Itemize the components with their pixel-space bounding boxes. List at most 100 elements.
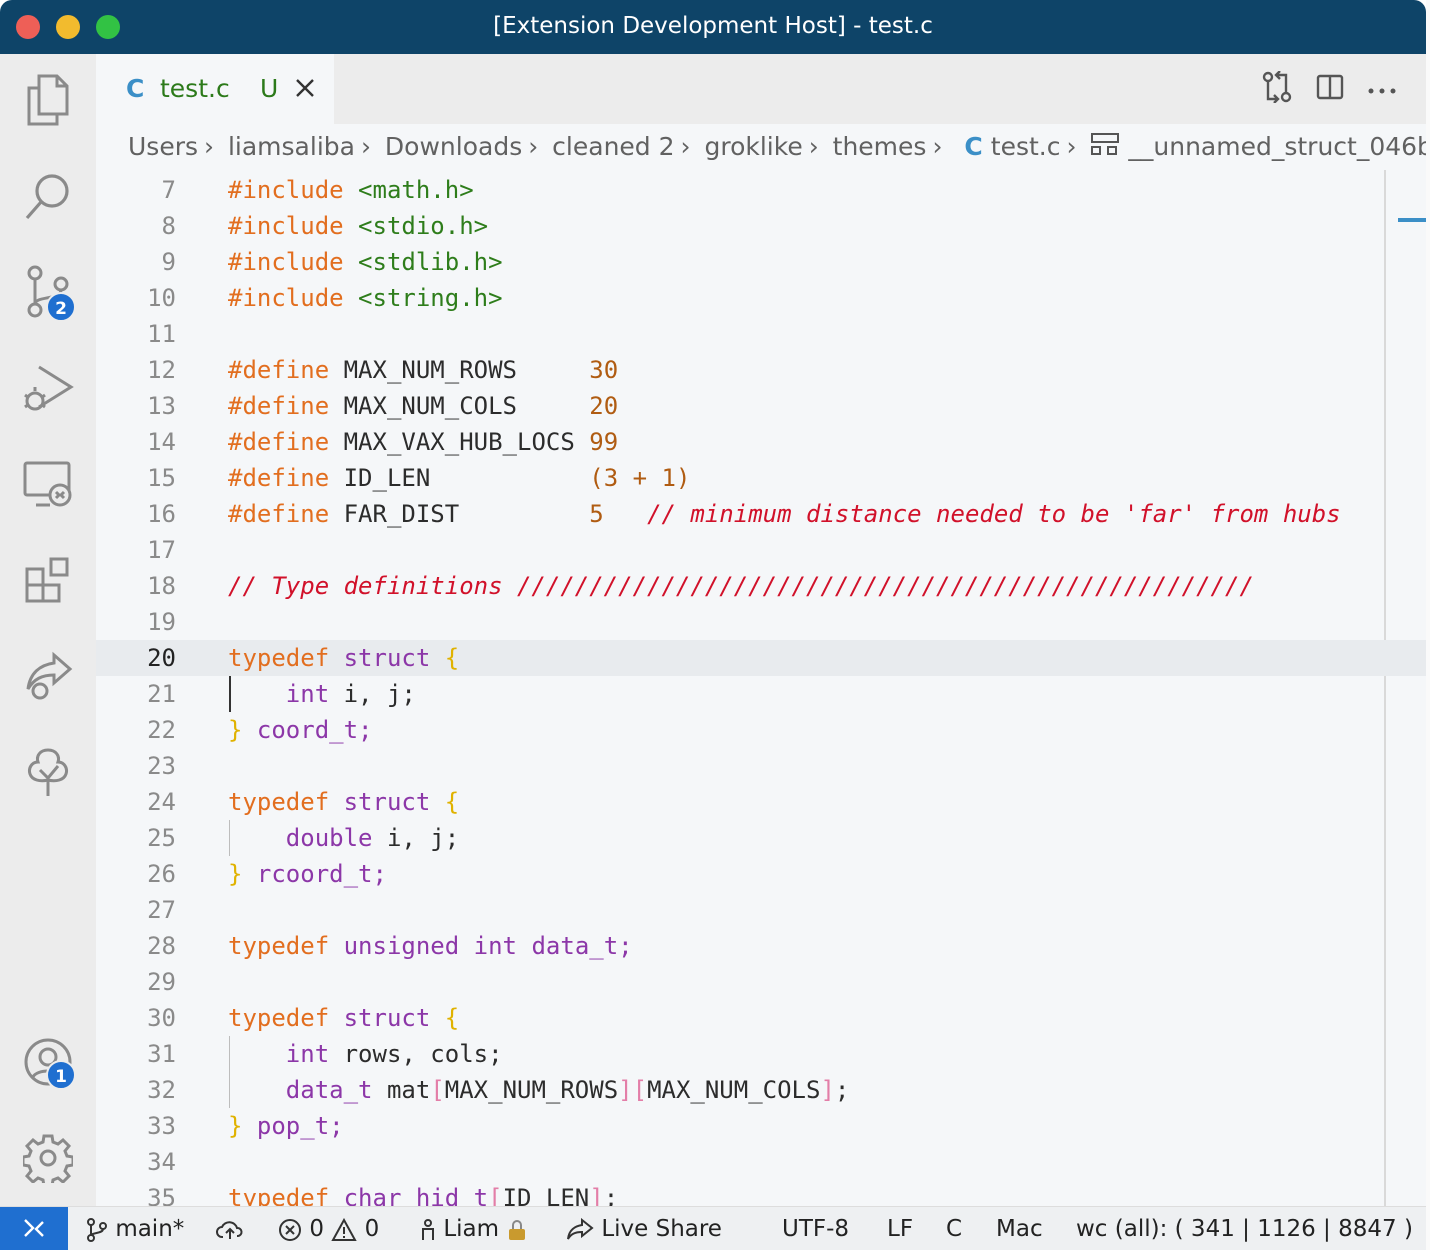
- branch-name: main*: [115, 1216, 185, 1242]
- token: data_t;: [531, 932, 633, 960]
- window-title: [Extension Development Host] - test.c: [493, 13, 933, 39]
- open-changes-icon[interactable]: [1262, 70, 1292, 107]
- explorer-icon[interactable]: [20, 72, 76, 128]
- token: (3 + 1): [589, 464, 691, 492]
- line-number: 13: [147, 392, 176, 420]
- extensions-icon[interactable]: [20, 552, 76, 608]
- indent-guide: [229, 820, 230, 856]
- line-number: 31: [147, 1040, 176, 1068]
- problems-status[interactable]: 0 0: [278, 1207, 379, 1250]
- chevron-right-icon: ›: [680, 132, 691, 161]
- line-number: 35: [147, 1184, 176, 1206]
- token: mat: [386, 1076, 431, 1104]
- code-line: 8 #include <stdio.h>: [96, 208, 1426, 244]
- token: 30: [589, 356, 619, 384]
- token: MAX_VAX_HUB_LOCS: [343, 428, 575, 456]
- code-line: 32 data_t mat[MAX_NUM_ROWS][MAX_NUM_COLS…: [96, 1072, 1426, 1108]
- minimize-window-button[interactable]: [56, 15, 80, 39]
- language-status[interactable]: C: [946, 1207, 962, 1250]
- token: 20: [589, 392, 619, 420]
- token: ID_LEN: [502, 1184, 590, 1206]
- remote-indicator-button[interactable]: [0, 1207, 68, 1250]
- person-icon: [422, 1218, 434, 1240]
- live-share-status[interactable]: Live Share: [566, 1207, 722, 1250]
- breadcrumb-downloads[interactable]: Downloads: [385, 132, 522, 161]
- error-icon: [279, 1218, 301, 1241]
- chevron-right-icon: ›: [1066, 132, 1077, 161]
- run-debug-icon[interactable]: [20, 360, 76, 416]
- accounts-icon[interactable]: 1: [20, 1034, 76, 1090]
- token: ]: [589, 1184, 604, 1206]
- token: #define: [228, 500, 330, 528]
- code-line: 15 #define ID_LEN (3 + 1): [96, 460, 1426, 496]
- more-actions-icon[interactable]: [1368, 80, 1396, 99]
- code-editor[interactable]: 7 #include <math.h> 8 #include <stdio.h> 9…: [96, 170, 1426, 1206]
- code-line: 35 typedef char hid_t[ID_LEN];: [96, 1180, 1426, 1206]
- breadcrumb-users[interactable]: Users: [128, 132, 198, 161]
- search-icon[interactable]: [20, 169, 76, 225]
- code-line: 33} pop_t;: [96, 1108, 1426, 1144]
- tab-test-c[interactable]: C test.c U: [96, 54, 334, 124]
- chevron-right-icon: ›: [204, 132, 215, 161]
- eol-status[interactable]: LF: [887, 1207, 913, 1250]
- keymap-status[interactable]: Mac: [996, 1207, 1043, 1250]
- zoom-window-button[interactable]: [96, 15, 120, 39]
- token: FAR_DIST: [343, 500, 460, 528]
- token: hid_t: [415, 1184, 489, 1206]
- token: double: [285, 824, 373, 852]
- settings-gear-icon[interactable]: [20, 1130, 76, 1186]
- sync-icon[interactable]: [216, 1207, 244, 1250]
- token: }: [228, 1112, 243, 1140]
- source-control-icon[interactable]: 2: [20, 264, 76, 322]
- code-line: 23: [96, 748, 1426, 784]
- split-editor-icon[interactable]: [1316, 73, 1344, 105]
- tree-view-icon[interactable]: [20, 744, 76, 800]
- code-line: 14 #define MAX_VAX_HUB_LOCS 99: [96, 424, 1426, 460]
- code-line: 12 #define MAX_NUM_ROWS 30: [96, 352, 1426, 388]
- tab-label: test.c: [160, 74, 230, 103]
- indent-guide: [229, 1036, 230, 1108]
- line-number: 11: [147, 320, 176, 348]
- encoding-status[interactable]: UTF-8: [782, 1207, 849, 1250]
- remote-explorer-icon[interactable]: [20, 456, 76, 512]
- word-count-status[interactable]: wc (all): ( 341 | 1126 | 8847 ): [1076, 1207, 1413, 1250]
- status-bar: main* 0 0 Liam Live Share UTF-8 LF C Mac…: [0, 1206, 1426, 1250]
- token: MAX_NUM_COLS: [647, 1076, 821, 1104]
- window-edge: [1426, 0, 1430, 1250]
- line-number: 27: [147, 896, 176, 924]
- user-status[interactable]: Liam: [420, 1207, 528, 1250]
- breadcrumb-liamsaliba[interactable]: liamsaliba: [228, 132, 355, 161]
- token: MAX_NUM_COLS: [343, 392, 517, 420]
- line-number: 30: [147, 1004, 176, 1032]
- token: {: [444, 788, 460, 816]
- code-line: 16 #define FAR_DIST 5 // minimum distance…: [96, 496, 1426, 532]
- code-line: 9 #include <stdlib.h>: [96, 244, 1426, 280]
- struct-symbol-icon: [1090, 125, 1120, 170]
- breadcrumb: Users › liamsaliba › Downloads › cleaned 2 ›…: [96, 124, 1426, 170]
- user-name: Liam: [443, 1216, 500, 1242]
- token: typedef: [228, 644, 330, 672]
- line-number: 33: [147, 1112, 176, 1140]
- token: [: [488, 1184, 503, 1206]
- live-share-icon[interactable]: [20, 648, 76, 704]
- breadcrumb-groklike[interactable]: groklike: [704, 132, 802, 161]
- token: <stdlib.h>: [358, 248, 503, 276]
- current-code-line: 20 typedef struct {: [96, 640, 1426, 676]
- breadcrumb-themes[interactable]: themes: [833, 132, 927, 161]
- code-line: 27: [96, 892, 1426, 928]
- token: #include: [228, 284, 344, 312]
- c-file-icon: C: [126, 74, 145, 103]
- token: {: [444, 644, 460, 672]
- token: typedef: [228, 1184, 330, 1206]
- breadcrumb-symbol[interactable]: __unnamed_struct_046b: [1128, 132, 1426, 161]
- source-control-badge: 2: [46, 292, 76, 322]
- breadcrumb-file[interactable]: test.c: [991, 132, 1061, 161]
- token: typedef: [228, 1004, 330, 1032]
- line-number: 21: [147, 680, 176, 708]
- branch-status[interactable]: main*: [86, 1207, 184, 1250]
- line-number: 19: [147, 608, 176, 636]
- close-tab-icon[interactable]: [294, 76, 316, 105]
- breadcrumb-cleaned-2[interactable]: cleaned 2: [552, 132, 674, 161]
- close-window-button[interactable]: [16, 15, 40, 39]
- token: #include: [228, 176, 344, 204]
